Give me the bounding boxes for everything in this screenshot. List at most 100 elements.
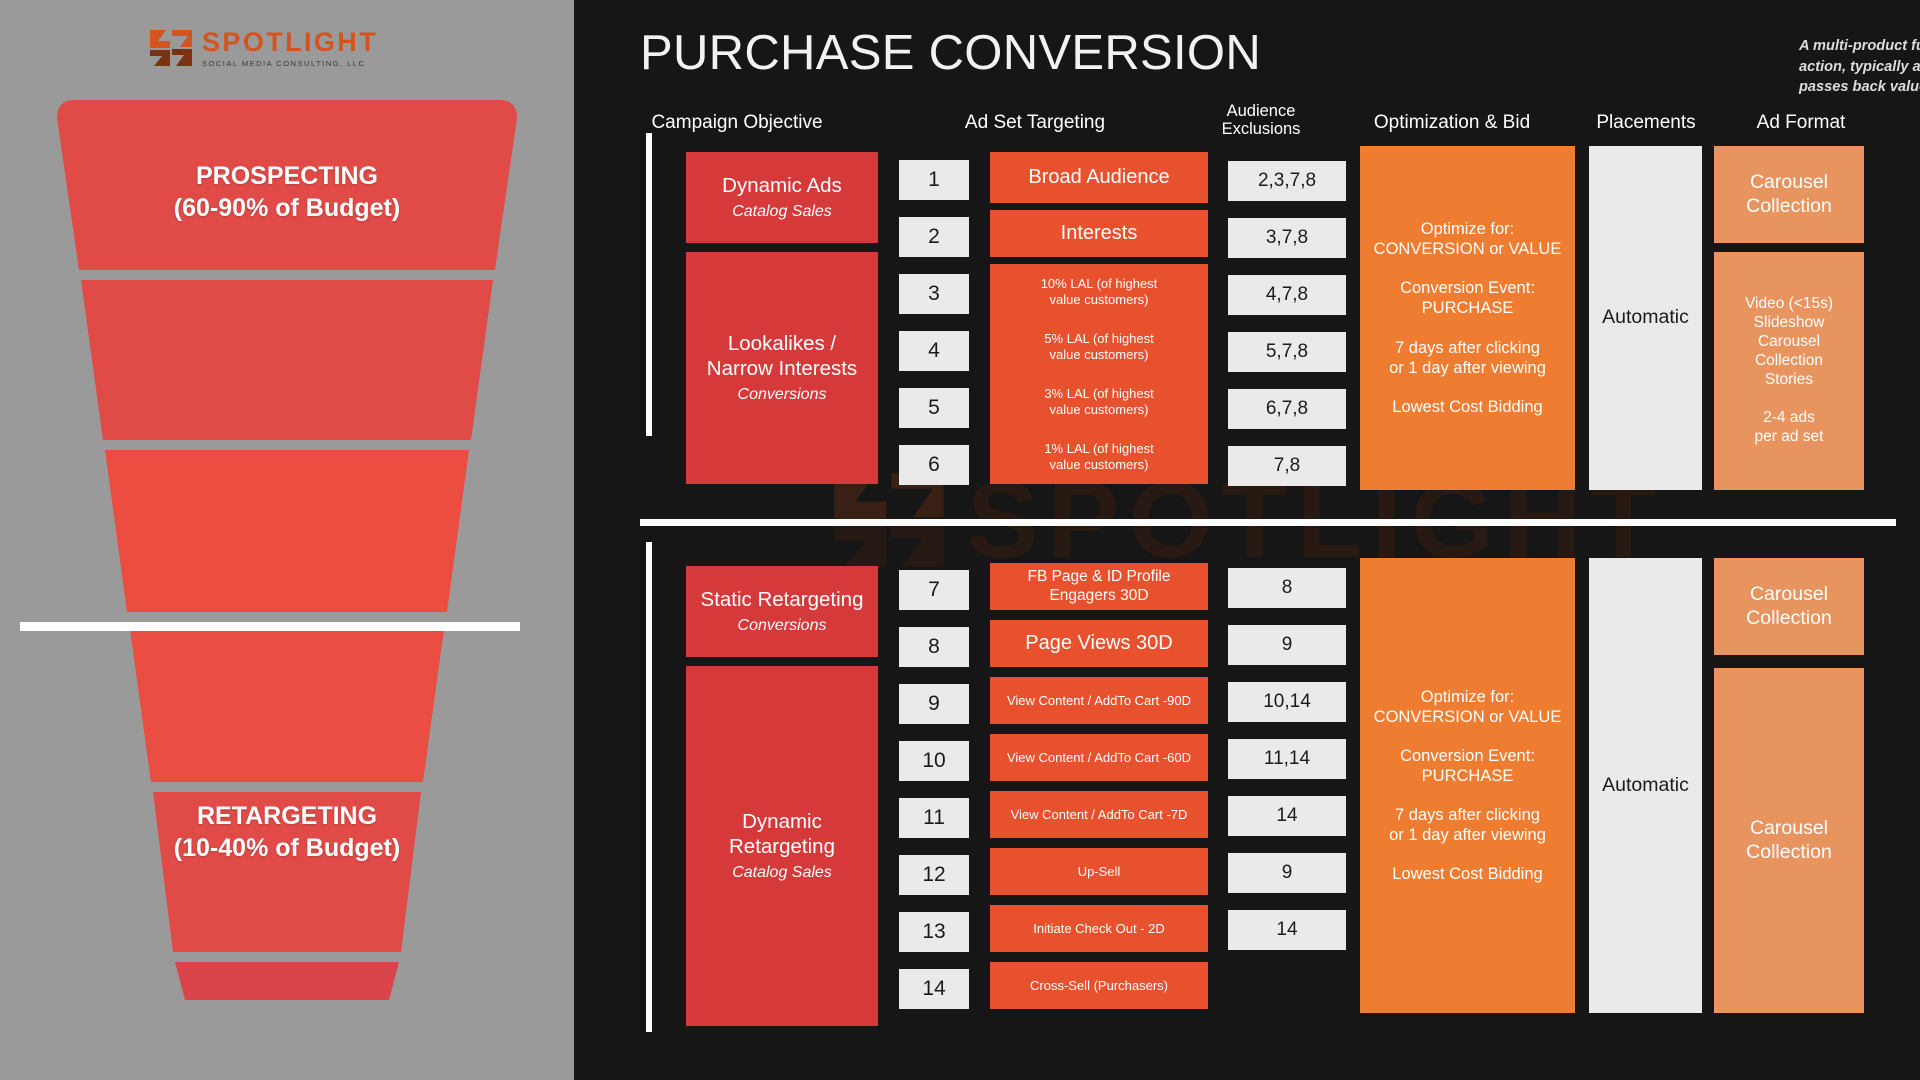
ad-set-number: 9 bbox=[899, 684, 969, 724]
objective-title-line2: Retargeting bbox=[729, 835, 835, 859]
ad-format-line: per ad set bbox=[1754, 427, 1824, 445]
ad-set-number: 5 bbox=[899, 388, 969, 428]
optimization-line: Lowest Cost Bidding bbox=[1392, 865, 1543, 884]
prospecting-bracket-line bbox=[646, 133, 652, 436]
targeting-label: View Content / AddTo Cart -7D bbox=[1010, 806, 1188, 822]
targeting-label-line1: 3% LAL (of highest bbox=[1044, 385, 1154, 401]
targeting-card[interactable]: View Content / AddTo Cart -60D bbox=[990, 734, 1208, 781]
ad-format-card[interactable]: Carousel Collection bbox=[1714, 668, 1864, 1013]
objective-title-line1: Lookalikes / bbox=[727, 332, 837, 356]
objective-subtitle: Catalog Sales bbox=[732, 203, 832, 221]
ad-set-number: 4 bbox=[899, 331, 969, 371]
targeting-card[interactable]: Up-Sell bbox=[990, 848, 1208, 895]
optimization-card[interactable]: Optimize for: CONVERSION or VALUE Conver… bbox=[1360, 558, 1575, 1013]
page-title: PURCHASE CONVERSION bbox=[640, 26, 1262, 80]
ad-format-card[interactable]: Carousel Collection bbox=[1714, 146, 1864, 243]
targeting-label-line2: Engagers 30D bbox=[1049, 586, 1149, 604]
targeting-label-line2: value customers) bbox=[1049, 456, 1149, 472]
placements-card[interactable]: Automatic bbox=[1589, 146, 1702, 490]
optimization-line: CONVERSION or VALUE bbox=[1373, 240, 1562, 259]
budget-funnel: PROSPECTING (60-90% of Budget) RETARGETI… bbox=[0, 100, 574, 1000]
exclusion-chip: 10,14 bbox=[1228, 682, 1346, 722]
optimization-line: PURCHASE bbox=[1421, 299, 1514, 318]
objective-card-static-retargeting[interactable]: Static Retargeting Conversions bbox=[686, 566, 878, 657]
ad-format-line: Carousel bbox=[1749, 816, 1829, 839]
ad-set-number: 7 bbox=[899, 570, 969, 610]
targeting-card[interactable]: View Content / AddTo Cart -7D bbox=[990, 791, 1208, 838]
retargeting-bracket-line bbox=[646, 542, 652, 1032]
exclusion-chip: 2,3,7,8 bbox=[1228, 161, 1346, 201]
objective-subtitle: Conversions bbox=[737, 617, 827, 635]
ad-set-number: 11 bbox=[899, 798, 969, 838]
targeting-label: Broad Audience bbox=[1028, 166, 1170, 189]
optimization-line: or 1 day after viewing bbox=[1389, 826, 1546, 845]
exclusion-chip: 6,7,8 bbox=[1228, 389, 1346, 429]
spotlight-logo-icon bbox=[150, 30, 192, 66]
exclusion-chip: 14 bbox=[1228, 796, 1346, 836]
column-header-audience-exclusions: Audience Exclusions bbox=[1186, 102, 1336, 139]
ad-format-card[interactable]: Video (<15s) Slideshow Carousel Collecti… bbox=[1714, 252, 1864, 490]
audience-exclusions-line2: Exclusions bbox=[1221, 120, 1301, 139]
exclusion-chip: 9 bbox=[1228, 625, 1346, 665]
placements-card[interactable]: Automatic bbox=[1589, 558, 1702, 1013]
ad-format-line: Carousel bbox=[1749, 582, 1829, 605]
objective-title-line2: Narrow Interests bbox=[706, 357, 858, 381]
exclusion-chip: 14 bbox=[1228, 910, 1346, 950]
targeting-card[interactable]: Cross-Sell (Purchasers) bbox=[990, 962, 1208, 1009]
brand-logo-text: SPOTLIGHT SOCIAL MEDIA CONSULTING, LLC bbox=[202, 28, 378, 68]
targeting-card[interactable]: Interests bbox=[990, 210, 1208, 257]
targeting-card[interactable]: View Content / AddTo Cart -90D bbox=[990, 677, 1208, 724]
targeting-label-line2: value customers) bbox=[1049, 291, 1149, 307]
objective-title: Dynamic Ads bbox=[722, 174, 842, 198]
funnel-divider bbox=[20, 622, 520, 631]
exclusion-chip: 5,7,8 bbox=[1228, 332, 1346, 372]
optimization-line: 7 days after clicking bbox=[1395, 338, 1540, 357]
targeting-lal-1: 1% LAL (of highest value customers) bbox=[1044, 441, 1153, 473]
column-header-campaign-objective: Campaign Objective bbox=[651, 112, 823, 133]
page-description: A multi-product full-funnel strategy wit… bbox=[1799, 38, 1920, 96]
ad-format-line: Carousel bbox=[1749, 170, 1829, 193]
column-header-optimization-bid: Optimization & Bid bbox=[1373, 112, 1531, 133]
targeting-card[interactable]: Broad Audience bbox=[990, 152, 1208, 203]
objective-title-line1: Dynamic bbox=[742, 810, 822, 834]
exclusion-chip: 9 bbox=[1228, 853, 1346, 893]
objective-card-dynamic-ads[interactable]: Dynamic Ads Catalog Sales bbox=[686, 152, 878, 243]
column-header-ad-format: Ad Format bbox=[1756, 112, 1846, 133]
targeting-label-line1: 10% LAL (of highest bbox=[1040, 275, 1158, 291]
ad-set-number: 6 bbox=[899, 445, 969, 485]
targeting-card-lal-group[interactable]: 10% LAL (of highest value customers) 5% … bbox=[990, 264, 1208, 484]
targeting-label: Interests bbox=[1060, 222, 1138, 245]
exclusion-chip: 8 bbox=[1228, 568, 1346, 608]
ad-set-number: 12 bbox=[899, 855, 969, 895]
brand-logo: SPOTLIGHT SOCIAL MEDIA CONSULTING, LLC bbox=[150, 22, 425, 74]
optimization-card[interactable]: Optimize for: CONVERSION or VALUE Conver… bbox=[1360, 146, 1575, 490]
exclusion-chip: 3,7,8 bbox=[1228, 218, 1346, 258]
ad-set-number: 1 bbox=[899, 160, 969, 200]
targeting-label-line2: value customers) bbox=[1049, 346, 1149, 362]
ad-format-line: Collection bbox=[1754, 352, 1824, 370]
column-header-ad-set-targeting: Ad Set Targeting bbox=[964, 112, 1106, 133]
strategy-table-panel: SPOTLIGHT PURCHASE CONVERSION A multi-pr… bbox=[574, 0, 1920, 1080]
targeting-card[interactable]: Initiate Check Out - 2D bbox=[990, 905, 1208, 952]
audience-exclusions-line1: Audience bbox=[1226, 102, 1296, 120]
targeting-card[interactable]: FB Page & ID Profile Engagers 30D bbox=[990, 563, 1208, 610]
ad-set-number: 3 bbox=[899, 274, 969, 314]
objective-subtitle: Catalog Sales bbox=[732, 864, 832, 882]
optimization-line: CONVERSION or VALUE bbox=[1373, 707, 1562, 726]
targeting-label-line2: value customers) bbox=[1049, 401, 1149, 417]
targeting-label: View Content / AddTo Cart -90D bbox=[1006, 692, 1192, 708]
targeting-label: Up-Sell bbox=[1077, 863, 1121, 879]
optimization-line: Conversion Event: bbox=[1400, 279, 1535, 298]
ad-format-line: Carousel bbox=[1757, 333, 1821, 351]
targeting-label-line1: FB Page & ID Profile bbox=[1027, 567, 1171, 585]
optimization-line: Optimize for: bbox=[1420, 220, 1515, 239]
targeting-label: Initiate Check Out - 2D bbox=[1033, 920, 1165, 936]
objective-card-dynamic-retargeting[interactable]: Dynamic Retargeting Catalog Sales bbox=[686, 666, 878, 1026]
targeting-card[interactable]: Page Views 30D bbox=[990, 620, 1208, 667]
optimization-line: Lowest Cost Bidding bbox=[1392, 397, 1543, 416]
ad-format-card[interactable]: Carousel Collection bbox=[1714, 558, 1864, 655]
objective-card-lookalikes[interactable]: Lookalikes / Narrow Interests Conversion… bbox=[686, 252, 878, 484]
funnel-panel: SPOTLIGHT SOCIAL MEDIA CONSULTING, LLC P… bbox=[0, 0, 574, 1080]
exclusion-chip: 7,8 bbox=[1228, 446, 1346, 486]
targeting-label: Cross-Sell (Purchasers) bbox=[1030, 977, 1168, 993]
